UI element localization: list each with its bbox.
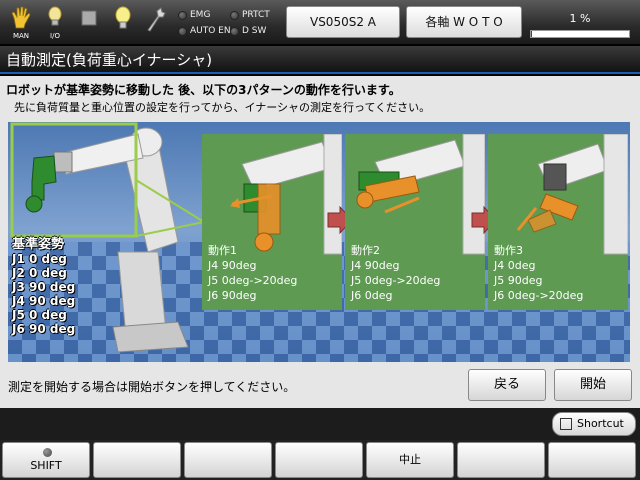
cancel-button-label: 中止	[399, 453, 421, 466]
speed-bar	[530, 30, 630, 38]
dsw-indicator-icon	[230, 27, 239, 36]
base-pose-joints: J1 0 deg J2 0 deg J3 90 deg J4 90 deg J5…	[12, 252, 75, 336]
motion-3-line-1: J4 0deg	[494, 259, 536, 272]
motion-3-line-3: J6 0deg->20deg	[494, 289, 584, 302]
emg-label: EMG	[190, 10, 211, 20]
auto-en-label: AUTO EN	[190, 26, 231, 36]
start-button[interactable]: 開始	[554, 369, 632, 401]
shortcut-icon	[560, 418, 572, 430]
io-label: I/O	[50, 32, 60, 40]
measurement-illustration: 動作1 J4 90deg J5 0deg->20deg J6 90deg 動作2…	[8, 122, 630, 362]
motion-1-title: 動作1	[208, 244, 237, 257]
tool-icon[interactable]	[142, 4, 168, 40]
motion-2-line-1: J4 90deg	[351, 259, 400, 272]
io-bulb-icon	[48, 6, 62, 26]
motion-2-line-3: J6 0deg	[351, 289, 393, 302]
io-icon[interactable]: I/O	[42, 4, 68, 40]
motion-3-line-2: J5 90deg	[494, 274, 543, 287]
function-key-4[interactable]	[275, 442, 363, 478]
base-pose-j2: J2 0 deg	[12, 266, 67, 280]
instruction-heading: ロボットが基準姿勢に移動した 後、以下の3パターンの動作を行います。	[6, 83, 401, 97]
emg-indicator-icon	[178, 11, 187, 20]
motion-2-panel: 動作2 J4 90deg J5 0deg->20deg J6 0deg	[345, 134, 485, 310]
speed-bar-fill	[531, 31, 532, 37]
motion-2-title: 動作2	[351, 244, 380, 257]
shift-led-icon	[43, 448, 52, 457]
function-key-7[interactable]	[548, 442, 636, 478]
base-pose-j3: J3 90 deg	[12, 280, 76, 294]
motion-1-line-3: J6 90deg	[208, 289, 257, 302]
motion-1-line-1: J4 90deg	[208, 259, 257, 272]
prtct-label: PRTCT	[242, 10, 270, 20]
speed-percent: 1 %	[569, 12, 591, 25]
prtct-indicator-icon	[230, 11, 239, 20]
function-key-3[interactable]	[184, 442, 272, 478]
function-key-bar: SHIFT 中止	[0, 440, 640, 480]
shift-key[interactable]: SHIFT	[2, 442, 90, 478]
motion-1-panel: 動作1 J4 90deg J5 0deg->20deg J6 90deg	[202, 134, 342, 310]
function-key-6[interactable]	[457, 442, 545, 478]
light-bulb-icon	[115, 6, 131, 29]
stop-icon[interactable]	[76, 4, 102, 40]
jog-mode-button[interactable]: 各軸 W O T O	[406, 6, 522, 38]
auto-en-indicator-icon	[178, 27, 187, 36]
base-pose-label: 基準姿勢 J1 0 deg J2 0 deg J3 90 deg J4 90 d…	[12, 237, 75, 337]
lamp-icon[interactable]	[110, 4, 136, 40]
status-bar: MAN I/O EMG PRTCT AUTO EN D SW VS050S2 A…	[0, 0, 640, 44]
shortcut-label: Shortcut	[577, 417, 624, 430]
cancel-button[interactable]: 中止	[366, 442, 454, 478]
bottom-bar: Shortcut SHIFT 中止	[0, 408, 640, 480]
square-icon	[81, 10, 97, 26]
mode-label: MAN	[12, 32, 30, 40]
base-pose-j1: J1 0 deg	[12, 252, 67, 266]
function-key-2[interactable]	[93, 442, 181, 478]
hand-icon	[11, 6, 31, 29]
robot-model-button[interactable]: VS050S2 A	[286, 6, 400, 38]
motion-3-title: 動作3	[494, 244, 523, 257]
base-pose-title: 基準姿勢	[12, 237, 65, 252]
motion-3-panel: 動作3 J4 0deg J5 90deg J6 0deg->20deg	[488, 134, 628, 310]
motion-1-line-2: J5 0deg->20deg	[208, 274, 298, 287]
shift-key-label: SHIFT	[30, 459, 62, 472]
main-content: ロボットが基準姿勢に移動した 後、以下の3パターンの動作を行います。 先に負荷質…	[0, 76, 640, 408]
shortcut-button[interactable]: Shortcut	[552, 412, 636, 436]
start-prompt: 測定を開始する場合は開始ボタンを押してください。	[8, 380, 296, 394]
base-pose-j4: J4 90 deg	[12, 294, 76, 308]
instruction-subheading: 先に負荷質量と重心位置の設定を行ってから、イナーシャの測定を行ってください。	[14, 101, 431, 114]
manual-mode-icon[interactable]: MAN	[8, 4, 34, 40]
wrench-icon	[147, 7, 166, 32]
base-pose-j6: J6 90 deg	[12, 322, 76, 336]
dsw-label: D SW	[242, 26, 267, 36]
motion-2-line-2: J5 0deg->20deg	[351, 274, 441, 287]
page-title: 自動測定(負荷重心イナーシャ)	[0, 46, 640, 74]
base-pose-j5: J5 0 deg	[12, 308, 67, 322]
back-button[interactable]: 戻る	[468, 369, 546, 401]
